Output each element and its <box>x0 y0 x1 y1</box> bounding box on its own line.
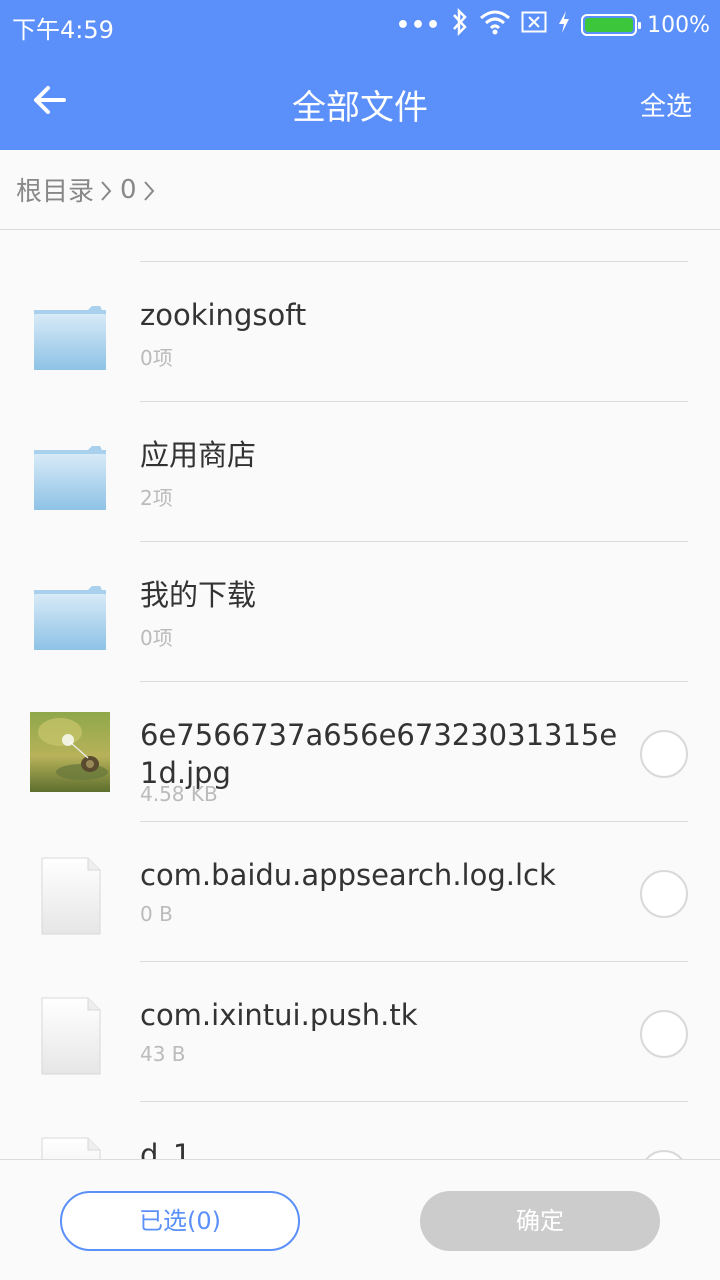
bluetooth-icon <box>451 7 469 42</box>
document-icon <box>41 1137 101 1159</box>
charging-icon <box>557 10 571 40</box>
file-meta: 0项 <box>140 626 173 650</box>
file-meta: 43 B <box>140 1042 186 1066</box>
list-item[interactable]: zookingsoft 0项 <box>0 262 720 402</box>
chevron-right-icon <box>139 177 161 203</box>
no-sim-icon <box>521 11 547 39</box>
select-radio[interactable] <box>640 1010 688 1058</box>
file-list[interactable]: zookingsoft 0项 应用商店 2项 我的下载 0项 6e7566737… <box>0 231 720 1159</box>
status-time: 下午4:59 <box>12 16 114 44</box>
select-all-button[interactable]: 全选 <box>640 86 692 123</box>
file-meta: 0项 <box>140 346 173 370</box>
list-item[interactable]: 我的下载 0项 <box>0 542 720 682</box>
select-radio[interactable] <box>640 1150 688 1159</box>
breadcrumb-root[interactable]: 根目录 <box>16 171 94 208</box>
document-icon <box>41 997 101 1075</box>
page-title: 全部文件 <box>292 88 428 128</box>
file-name: 6e7566737a656e67323031315e1d.jpg <box>140 718 618 790</box>
file-name: 应用商店 <box>140 438 257 472</box>
select-radio[interactable] <box>640 730 688 778</box>
document-icon <box>41 857 101 935</box>
status-icons: ••• 100% <box>395 7 710 42</box>
file-meta: 2项 <box>140 486 173 510</box>
selected-count-button[interactable]: 已选(0) <box>60 1191 300 1251</box>
bottom-bar: 已选(0) 确定 <box>0 1159 720 1280</box>
app-bar: 全部文件 全选 <box>0 50 720 150</box>
select-radio[interactable] <box>640 870 688 918</box>
confirm-button[interactable]: 确定 <box>420 1191 660 1251</box>
wifi-icon <box>479 9 511 41</box>
folder-icon <box>34 306 106 370</box>
breadcrumb-folder[interactable]: 0 <box>120 175 137 205</box>
folder-icon <box>34 446 106 510</box>
file-meta: 0 B <box>140 902 173 926</box>
list-item[interactable]: com.ixintui.push.tk 43 B <box>0 962 720 1102</box>
list-item[interactable]: d_1 <box>0 1102 720 1159</box>
list-item[interactable]: 应用商店 2项 <box>0 402 720 542</box>
battery-percent: 100% <box>647 12 710 38</box>
list-item[interactable]: com.baidu.appsearch.log.lck 0 B <box>0 822 720 962</box>
file-name: 我的下载 <box>140 578 257 612</box>
status-bar: 下午4:59 ••• 100% <box>0 0 720 50</box>
list-item[interactable]: 6e7566737a656e67323031315e1d.jpg 4.58 KB <box>0 682 720 822</box>
file-meta: 4.58 KB <box>140 782 218 806</box>
more-dots-icon: ••• <box>395 12 442 38</box>
file-name: zookingsoft <box>140 298 307 332</box>
file-name: com.ixintui.push.tk <box>140 998 418 1032</box>
chevron-right-icon <box>96 177 118 203</box>
battery-icon <box>581 14 642 36</box>
file-name: d_1 <box>140 1138 192 1159</box>
file-name: com.baidu.appsearch.log.lck <box>140 858 556 892</box>
breadcrumb: 根目录 0 <box>0 150 720 230</box>
folder-icon <box>34 586 106 650</box>
image-thumbnail <box>30 712 110 792</box>
